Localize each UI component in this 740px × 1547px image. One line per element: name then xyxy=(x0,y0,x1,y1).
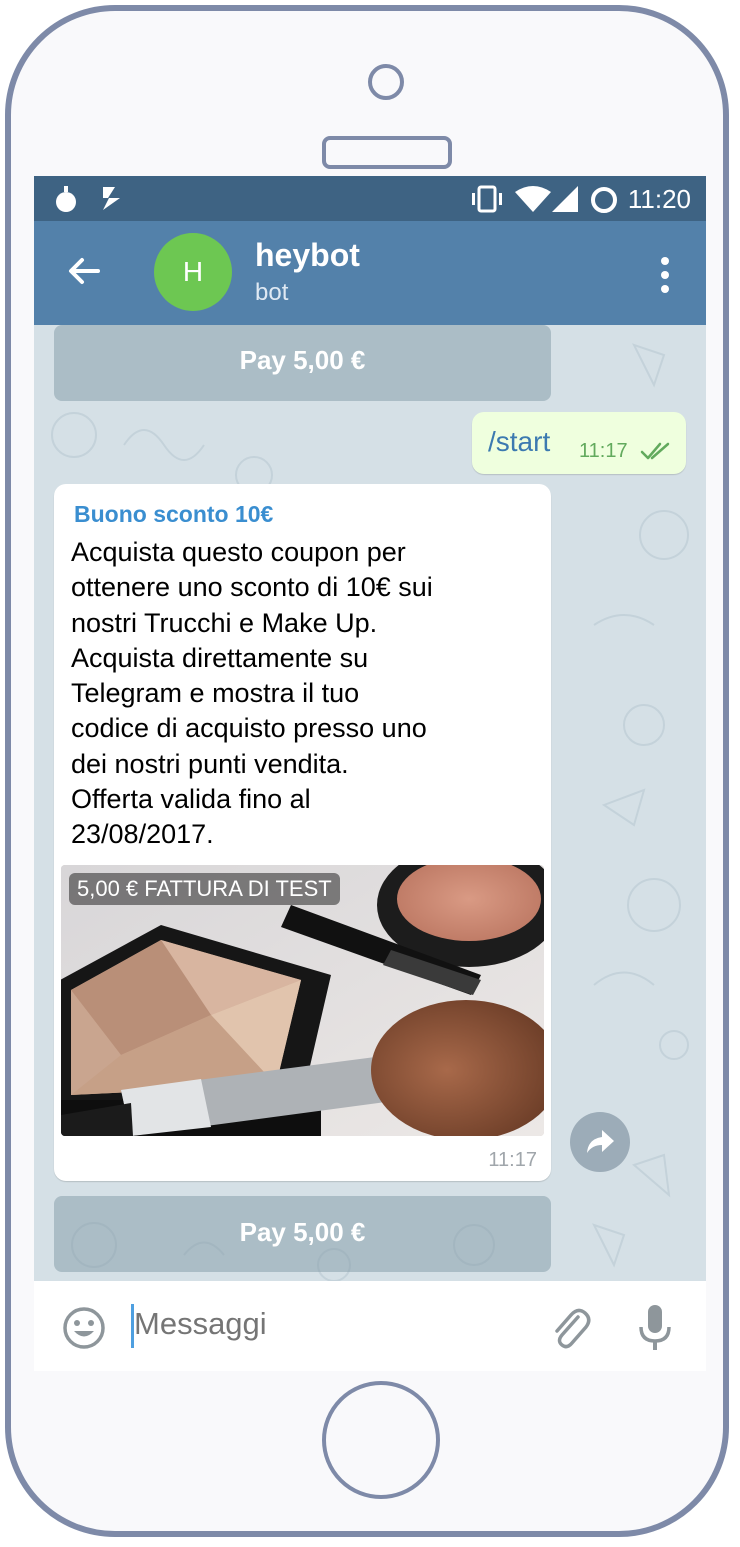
home-button[interactable] xyxy=(322,1381,440,1499)
forward-arrow-icon xyxy=(587,1130,614,1153)
invoice-description: Acquista questo coupon per ottenere uno … xyxy=(71,537,433,850)
chat-subtitle: bot xyxy=(255,279,289,306)
attach-icon[interactable] xyxy=(548,1303,592,1351)
emoji-icon[interactable] xyxy=(62,1306,106,1350)
invoice-price-badge: 5,00 € FATTURA DI TEST xyxy=(69,873,340,905)
pay-button[interactable]: Pay 5,00 € xyxy=(54,325,551,401)
forward-button[interactable] xyxy=(570,1112,630,1172)
outgoing-message[interactable]: /start 11:17 xyxy=(472,412,686,474)
avatar[interactable]: H xyxy=(154,233,232,311)
chat-title[interactable]: heybot xyxy=(255,237,360,274)
read-checkmarks-icon xyxy=(640,442,670,460)
invoice-product-image[interactable]: 5,00 € FATTURA DI TEST xyxy=(61,865,544,1136)
pay-button[interactable]: Pay 5,00 € xyxy=(54,1196,551,1272)
battery-icon xyxy=(591,187,617,213)
status-bar: 11:20 xyxy=(34,176,706,221)
signal-icon xyxy=(552,186,578,212)
invoice-title: Buono sconto 10€ xyxy=(74,501,274,527)
download-icon xyxy=(103,187,120,210)
chat-header: H heybot bot xyxy=(34,221,706,325)
front-camera xyxy=(368,64,404,100)
message-text: /start xyxy=(488,426,551,457)
makeup-photo xyxy=(61,865,544,1136)
phone-screen: 11:20 H heybot bot Pay 5,00 € /start 11:… xyxy=(34,176,706,1371)
timer-app-icon xyxy=(56,186,76,212)
message-input-bar xyxy=(34,1281,706,1371)
message-time: 11:17 xyxy=(488,1149,537,1171)
message-input[interactable] xyxy=(134,1306,514,1342)
wifi-icon xyxy=(515,186,551,212)
earpiece-speaker xyxy=(322,136,452,169)
microphone-icon[interactable] xyxy=(637,1303,673,1353)
message-time: 11:17 xyxy=(579,440,628,462)
status-clock: 11:20 xyxy=(627,184,691,214)
more-options-icon[interactable] xyxy=(660,255,670,295)
invoice-message[interactable]: Buono sconto 10€ Acquista questo coupon … xyxy=(54,484,551,1181)
vibrate-icon xyxy=(472,185,502,213)
chat-messages[interactable]: Pay 5,00 € /start 11:17 Buono sconto 10€… xyxy=(34,325,706,1281)
back-arrow-icon[interactable] xyxy=(64,251,104,291)
